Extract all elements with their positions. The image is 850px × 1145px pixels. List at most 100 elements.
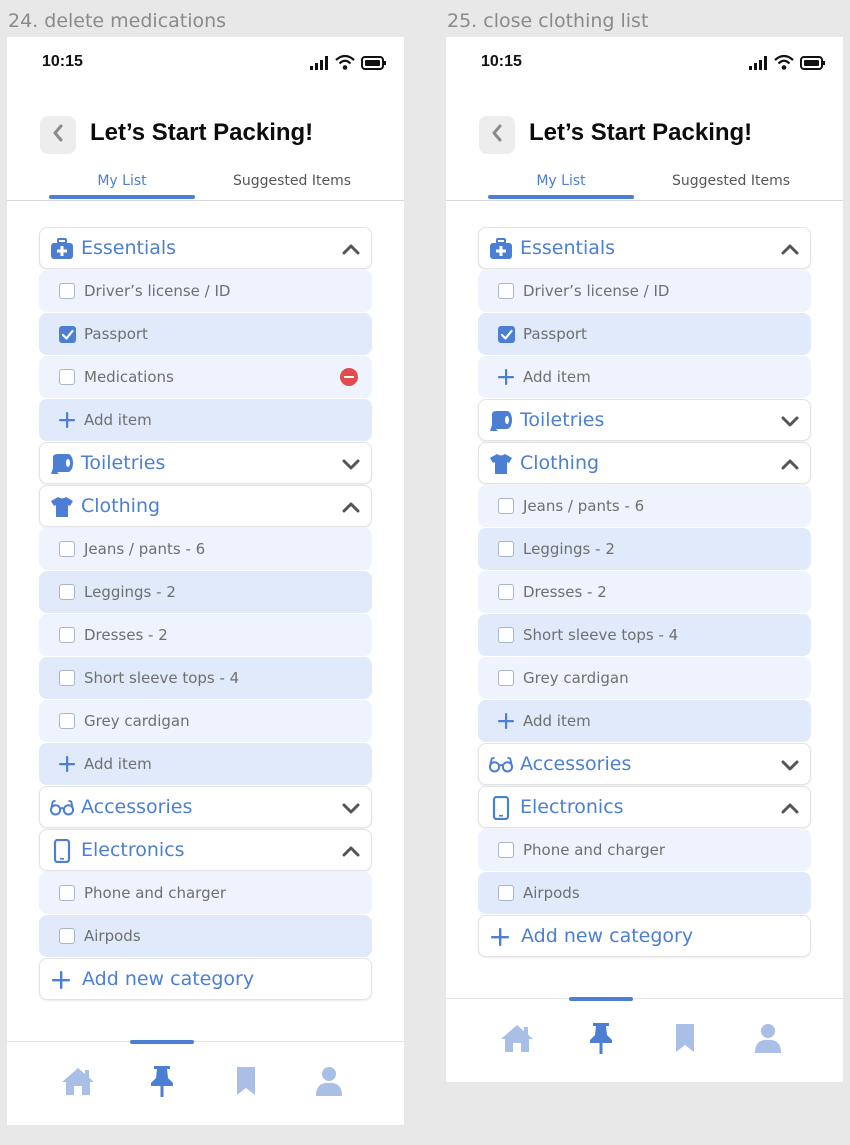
checkbox[interactable]: [498, 885, 514, 901]
list-item[interactable]: Short sleeve tops - 4: [478, 614, 811, 656]
chevron-down-icon[interactable]: [780, 412, 800, 430]
chevron-up-icon[interactable]: [341, 240, 361, 258]
list-item[interactable]: Medications: [39, 356, 372, 398]
list-item[interactable]: Airpods: [39, 915, 372, 957]
category-header-toiletries[interactable]: Toiletries: [478, 399, 811, 441]
category-header-essentials[interactable]: Essentials: [39, 227, 372, 269]
tab-my-list[interactable]: My List: [49, 173, 195, 189]
category-header-toiletries[interactable]: Toiletries: [39, 442, 372, 484]
add-item-button[interactable]: Add item: [478, 356, 811, 398]
list-item[interactable]: Jeans / pants - 6: [478, 485, 811, 527]
checkbox[interactable]: [498, 584, 514, 600]
signal-icon: [309, 55, 329, 75]
list-item[interactable]: Grey cardigan: [39, 700, 372, 742]
nav-active-indicator: [569, 997, 633, 1001]
item-label: Medications: [84, 368, 174, 386]
list-item[interactable]: Passport: [39, 313, 372, 355]
tab-my-list[interactable]: My List: [488, 173, 634, 189]
item-label: Short sleeve tops - 4: [523, 626, 679, 644]
tab-active-underline: [488, 195, 634, 199]
checkbox[interactable]: [59, 369, 75, 385]
category-header-clothing[interactable]: Clothing: [39, 485, 372, 527]
checkbox[interactable]: [498, 627, 514, 643]
signal-icon: [748, 55, 768, 75]
checkbox[interactable]: [59, 928, 75, 944]
nav-home-button[interactable]: [60, 1066, 96, 1100]
checkbox[interactable]: [59, 885, 75, 901]
checkbox[interactable]: [498, 283, 514, 299]
chevron-up-icon[interactable]: [780, 240, 800, 258]
plus-icon: [497, 711, 515, 731]
category-header-clothing[interactable]: Clothing: [478, 442, 811, 484]
checkbox[interactable]: [59, 713, 75, 729]
phone-icon: [489, 796, 513, 820]
chevron-up-icon[interactable]: [341, 498, 361, 516]
list-item[interactable]: Airpods: [478, 872, 811, 914]
list-item[interactable]: Short sleeve tops - 4: [39, 657, 372, 699]
category-label: Essentials: [81, 237, 177, 259]
checkbox-checked[interactable]: [498, 326, 515, 343]
list-item[interactable]: Dresses - 2: [39, 614, 372, 656]
add-item-button[interactable]: Add item: [39, 399, 372, 441]
checkbox[interactable]: [59, 627, 75, 643]
list-item[interactable]: Driver’s license / ID: [39, 270, 372, 312]
checkbox[interactable]: [498, 842, 514, 858]
nav-profile-button[interactable]: [311, 1066, 347, 1100]
chevron-up-icon[interactable]: [341, 842, 361, 860]
profile-icon: [750, 1021, 786, 1060]
chevron-up-icon[interactable]: [780, 455, 800, 473]
battery-icon: [800, 55, 825, 75]
chevron-up-icon[interactable]: [780, 799, 800, 817]
item-label: Short sleeve tops - 4: [84, 669, 240, 687]
checkbox[interactable]: [498, 670, 514, 686]
status-icons: [748, 54, 825, 75]
add-item-button[interactable]: Add item: [39, 743, 372, 785]
page-title: Let’s Start Packing!: [90, 119, 314, 146]
add-item-label: Add item: [84, 755, 152, 773]
category-header-electronics[interactable]: Electronics: [478, 786, 811, 828]
category-header-accessories[interactable]: Accessories: [39, 786, 372, 828]
category-label: Toiletries: [520, 409, 605, 431]
list-item[interactable]: Jeans / pants - 6: [39, 528, 372, 570]
checkbox[interactable]: [59, 584, 75, 600]
tab-suggested-items[interactable]: Suggested Items: [217, 173, 367, 189]
nav-pin-button[interactable]: [144, 1064, 180, 1103]
list-item[interactable]: Dresses - 2: [478, 571, 811, 613]
list-item[interactable]: Leggings - 2: [39, 571, 372, 613]
glasses-icon: [50, 796, 74, 820]
pin-icon: [144, 1064, 180, 1103]
category-header-accessories[interactable]: Accessories: [478, 743, 811, 785]
chevron-down-icon[interactable]: [780, 756, 800, 774]
chevron-down-icon[interactable]: [341, 799, 361, 817]
add-new-category-button[interactable]: Add new category: [39, 958, 372, 1000]
category-header-essentials[interactable]: Essentials: [478, 227, 811, 269]
chevron-down-icon[interactable]: [341, 455, 361, 473]
status-time: 10:15: [42, 53, 83, 70]
list-item[interactable]: Leggings - 2: [478, 528, 811, 570]
back-button[interactable]: [479, 116, 515, 154]
remove-icon[interactable]: [340, 368, 358, 386]
checkbox[interactable]: [498, 498, 514, 514]
back-button[interactable]: [40, 116, 76, 154]
tab-suggested-items[interactable]: Suggested Items: [656, 173, 806, 189]
checkbox[interactable]: [59, 283, 75, 299]
add-item-button[interactable]: Add item: [478, 700, 811, 742]
list-item[interactable]: Phone and charger: [39, 872, 372, 914]
category-header-electronics[interactable]: Electronics: [39, 829, 372, 871]
checkbox[interactable]: [498, 541, 514, 557]
nav-home-button[interactable]: [499, 1023, 535, 1057]
nav-pin-button[interactable]: [583, 1022, 619, 1057]
add-new-category-label: Add new category: [521, 925, 694, 947]
list-item[interactable]: Grey cardigan: [478, 657, 811, 699]
nav-profile-button[interactable]: [750, 1023, 786, 1057]
list-item[interactable]: Phone and charger: [478, 829, 811, 871]
checkbox[interactable]: [59, 670, 75, 686]
item-label: Jeans / pants - 6: [523, 497, 645, 515]
checkbox[interactable]: [59, 541, 75, 557]
checkbox-checked[interactable]: [59, 326, 76, 343]
nav-bookmark-button[interactable]: [228, 1066, 264, 1100]
list-item[interactable]: Driver’s license / ID: [478, 270, 811, 312]
add-new-category-button[interactable]: Add new category: [478, 915, 811, 957]
nav-bookmark-button[interactable]: [667, 1023, 703, 1057]
list-item[interactable]: Passport: [478, 313, 811, 355]
